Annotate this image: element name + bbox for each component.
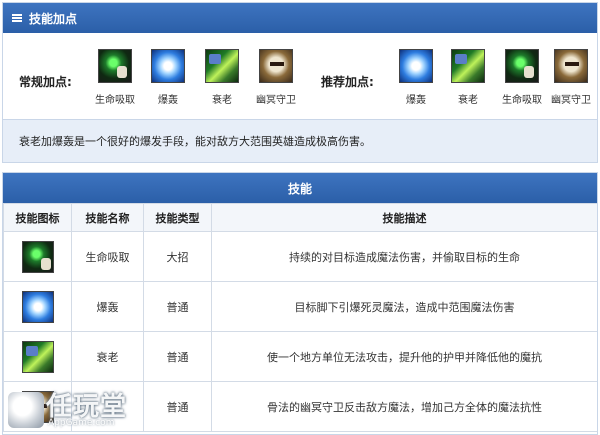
cell-type: 普通 <box>143 381 212 432</box>
cell-icon <box>3 231 72 282</box>
cell-name: 生命吸取 <box>71 231 144 282</box>
cell-desc: 骨法的幽冥守卫反击敌方魔法，增加己方全体的魔法抗性 <box>211 381 597 432</box>
normal-skill-4[interactable]: 幽冥守卫 <box>247 49 305 106</box>
col-header-desc: 技能描述 <box>211 203 597 232</box>
nether-ward-icon <box>259 49 293 83</box>
recommended-skill-2[interactable]: 衰老 <box>439 49 497 106</box>
skills-panel: 技能 技能图标 技能名称 技能类型 技能描述 生命吸取 大招 持续的对目标造成魔… <box>2 172 598 435</box>
cell-type: 普通 <box>143 331 212 382</box>
skill-name: 幽冥守卫 <box>256 95 296 106</box>
recommended-skill-4[interactable]: 幽冥守卫 <box>542 49 600 106</box>
nether-ward-icon <box>21 390 54 423</box>
table-row: 爆轰 普通 目标脚下引爆死灵魔法，造成中范围魔法伤害 <box>3 281 597 332</box>
list-icon <box>12 14 22 22</box>
normal-skill-3[interactable]: 衰老 <box>193 49 251 106</box>
skills-table: 技能图标 技能名称 技能类型 技能描述 生命吸取 大招 持续的对目标造成魔法伤害… <box>3 203 597 432</box>
table-row: 衰老 普通 使一个地方单位无法攻击，提升他的护甲并降低他的魔抗 <box>3 331 597 382</box>
decrepify-icon <box>451 49 485 83</box>
cell-name: 衰老 <box>71 331 144 382</box>
cell-desc: 使一个地方单位无法攻击，提升他的护甲并降低他的魔抗 <box>211 331 597 382</box>
skill-name: 生命吸取 <box>95 95 135 106</box>
col-header-name: 技能名称 <box>71 203 144 232</box>
blast-icon <box>21 290 54 323</box>
skill-build-description: 衰老加爆轰是一个很好的爆发手段，能对敌方大范围英雄造成极高伤害。 <box>3 119 597 162</box>
cell-name <box>71 381 144 432</box>
nether-ward-icon <box>554 49 588 83</box>
blast-icon <box>399 49 433 83</box>
cell-desc: 持续的对目标造成魔法伤害，并偷取目标的生命 <box>211 231 597 282</box>
table-row: 生命吸取 大招 持续的对目标造成魔法伤害，并偷取目标的生命 <box>3 231 597 282</box>
cell-type: 大招 <box>143 231 212 282</box>
cell-icon <box>3 281 72 332</box>
skills-header: 技能 <box>3 173 597 203</box>
col-header-icon: 技能图标 <box>3 203 72 232</box>
skill-name: 衰老 <box>212 95 232 106</box>
cell-type: 普通 <box>143 281 212 332</box>
life-drain-icon <box>98 49 132 83</box>
decrepify-icon <box>205 49 239 83</box>
skill-name: 幽冥守卫 <box>551 95 591 106</box>
recommended-skill-1[interactable]: 爆轰 <box>387 49 445 106</box>
life-drain-icon <box>505 49 539 83</box>
recommended-build-label: 推荐加点: <box>321 75 374 89</box>
blast-icon <box>151 49 185 83</box>
skill-build-header: 技能加点 <box>3 3 597 33</box>
skill-name: 爆轰 <box>158 95 178 106</box>
life-drain-icon <box>21 240 54 273</box>
skill-build-panel: 技能加点 常规加点: 生命吸取 爆轰 衰老 幽冥守卫 推荐加点: 爆轰 衰老 生… <box>2 2 598 163</box>
cell-icon <box>3 331 72 382</box>
normal-skill-1[interactable]: 生命吸取 <box>86 49 144 106</box>
skill-name: 爆轰 <box>406 95 426 106</box>
col-header-type: 技能类型 <box>143 203 212 232</box>
cell-icon <box>3 381 72 432</box>
table-header-row: 技能图标 技能名称 技能类型 技能描述 <box>3 203 597 232</box>
normal-skill-2[interactable]: 爆轰 <box>139 49 197 106</box>
skill-name: 衰老 <box>458 95 478 106</box>
normal-build-label: 常规加点: <box>19 75 72 89</box>
cell-desc: 目标脚下引爆死灵魔法，造成中范围魔法伤害 <box>211 281 597 332</box>
table-row: 普通 骨法的幽冥守卫反击敌方魔法，增加己方全体的魔法抗性 <box>3 381 597 432</box>
skill-build-title: 技能加点 <box>29 11 78 26</box>
decrepify-icon <box>21 340 54 373</box>
cell-name: 爆轰 <box>71 281 144 332</box>
